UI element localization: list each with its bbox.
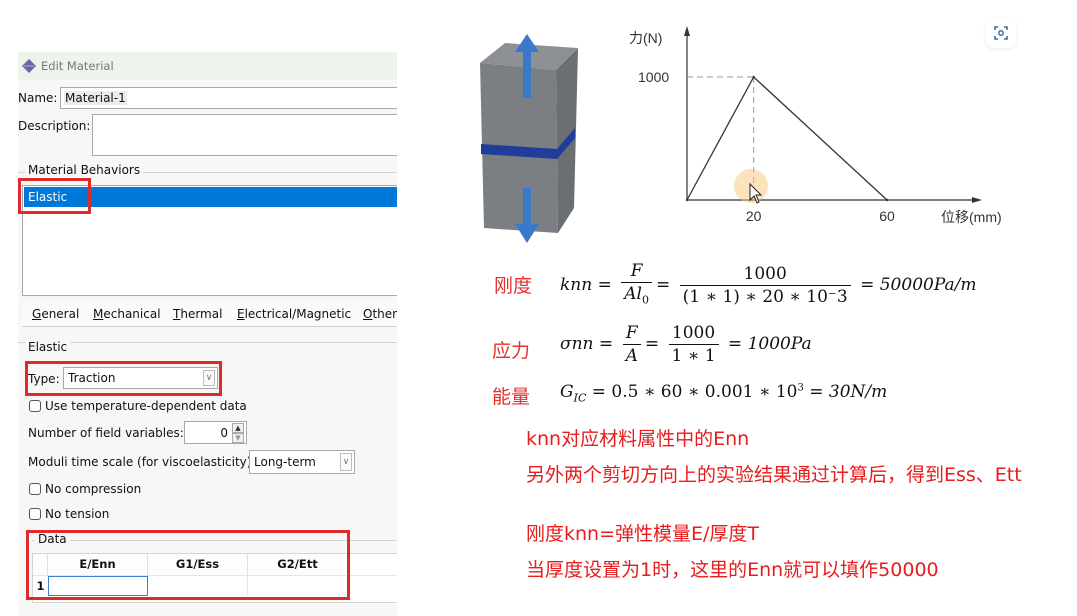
elastic-group-line [18, 342, 397, 343]
denominator: A [625, 346, 638, 366]
highlight-box-data [26, 530, 350, 600]
note-line-1: knn对应材料属性中的Enn [526, 428, 750, 450]
menu-mechanical[interactable]: Mechanical [93, 307, 161, 321]
use-temp-label: Use temperature-dependent data [45, 399, 247, 413]
subscript: 0 [641, 293, 649, 307]
menu-mnemonic: G [32, 307, 42, 321]
use-temp-checkbox[interactable] [29, 400, 41, 412]
elastic-group-title: Elastic [25, 340, 71, 354]
formula-result: = 30N/m [809, 382, 888, 402]
formula-label-stress: 应力 [492, 340, 531, 362]
menu-thermal[interactable]: Thermal [173, 307, 222, 321]
y-axis-arrow-icon [684, 26, 690, 36]
denominator: Al [624, 284, 642, 304]
menu-label: lectrical/Magnetic [244, 307, 352, 321]
menu-mnemonic: M [93, 307, 104, 321]
superscript: 3 [797, 382, 804, 394]
x-tick-label: 20 [746, 208, 762, 224]
moduli-value: Long-term [254, 455, 316, 469]
formula-result: = 1000Pa [727, 334, 812, 354]
data-point [752, 75, 755, 79]
dialog-titlebar: Edit Material [18, 52, 397, 80]
series-line-force [686, 75, 888, 201]
screenshot-icon [994, 26, 1008, 40]
description-label: Description: [18, 119, 91, 133]
no-compression-checkbox[interactable] [29, 483, 41, 495]
menu-other[interactable]: Other [363, 307, 397, 321]
formula-lhs: G [560, 382, 574, 402]
note-line-2: 另外两个剪切方向上的实验结果通过计算后，得到Ess、Ett [526, 464, 1022, 486]
fraction: FA [622, 322, 641, 367]
moduli-label: Moduli time scale (for viscoelasticity): [28, 455, 256, 469]
x-axis-arrow-icon [972, 197, 982, 203]
material-icon [22, 59, 36, 73]
menu-label: eneral [41, 307, 80, 321]
fraction: 1000 (1 ∗ 1) ∗ 20 ∗ 10⁻3 [679, 263, 851, 308]
numerator: 1000 [679, 263, 851, 287]
description-input[interactable] [92, 114, 397, 156]
name-value: Material-1 [64, 91, 127, 105]
formula-label-energy: 能量 [492, 386, 531, 408]
fraction: F Al0 [621, 260, 652, 311]
numerator: 1000 [668, 322, 719, 345]
menu-electrical-magnetic[interactable]: Electrical/Magnetic [237, 307, 351, 321]
data-point [685, 198, 689, 202]
note-line-4: 当厚度设置为1时，这里的Enn就可以填作50000 [526, 559, 939, 581]
force-displacement-chart: 力(N) 1000 20 60 位移(mm) [629, 26, 1002, 225]
spin-down-icon[interactable]: ▼ [232, 433, 244, 443]
data-point [885, 198, 889, 202]
no-compression-label: No compression [45, 482, 142, 496]
screenshot-button[interactable] [986, 18, 1016, 48]
moduli-select[interactable]: Long-term ∨ [249, 450, 355, 474]
highlight-box-type [25, 361, 222, 396]
menu-general[interactable]: General [32, 307, 79, 321]
highlight-box-elastic [18, 178, 91, 214]
note-line-3: 刚度knn=弹性模量E/厚度T [526, 523, 760, 545]
menu-label: echanical [103, 307, 161, 321]
formula-label-stiffness: 刚度 [494, 275, 533, 297]
no-tension-label: No tension [45, 507, 110, 521]
subscript: IC [573, 391, 587, 405]
spin-up-icon[interactable]: ▲ [232, 423, 244, 433]
dialog-title: Edit Material [41, 59, 114, 73]
field-vars-label: Number of field variables: [28, 426, 184, 440]
field-vars-input[interactable]: 0 ▲ ▼ [184, 421, 247, 444]
name-label: Name: [18, 91, 58, 105]
cohesive-block-illustration [480, 34, 578, 243]
formula-lhs: knn [560, 275, 593, 296]
fraction: 1000 1 ∗ 1 [668, 322, 719, 367]
menu-label: ther [372, 307, 397, 321]
field-vars-value: 0 [220, 426, 228, 440]
menu-label: hermal [180, 307, 223, 321]
formula-result: = 50000Pa/m [860, 275, 977, 296]
y-tick-label: 1000 [638, 69, 669, 85]
chevron-down-icon[interactable]: ∨ [340, 453, 352, 471]
y-axis-label: 力(N) [629, 30, 662, 46]
x-tick-label: 60 [879, 208, 895, 224]
formula-lhs: σnn [560, 334, 594, 354]
numerator: F [625, 323, 638, 343]
no-tension-checkbox[interactable] [29, 508, 41, 520]
menu-mnemonic: E [237, 307, 245, 321]
formula-energy: GIC = 0.5 ∗ 60 ∗ 0.001 ∗ 103 = 30N/m [560, 382, 887, 404]
x-axis-label: 位移(mm) [941, 209, 1002, 225]
numerator: F [630, 261, 643, 281]
denominator: 1 ∗ 1 [671, 346, 716, 366]
formula-expression: = 0.5 ∗ 60 ∗ 0.001 ∗ 10 [591, 382, 798, 402]
name-input[interactable]: Material-1 [60, 87, 397, 109]
behaviors-group-title: Material Behaviors [25, 163, 144, 177]
formula-stiffness: knn = F Al0 = 1000 (1 ∗ 1) ∗ 20 ∗ 10⁻3 = 50… [560, 260, 976, 311]
behavior-menubar: General Mechanical Thermal Electrical/Ma… [22, 302, 397, 327]
formula-stress: σnn = F A = 1000 1 ∗ 1 = 1000Pa [560, 322, 812, 367]
denominator: (1 ∗ 1) ∗ 20 ∗ 10⁻3 [682, 287, 848, 308]
